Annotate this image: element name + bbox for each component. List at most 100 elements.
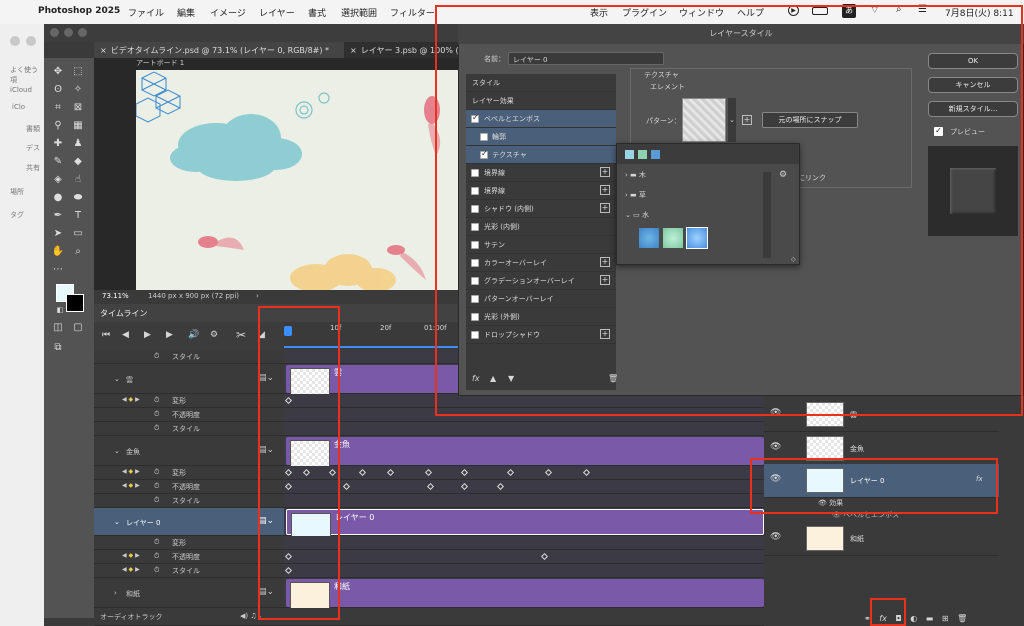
close-icon[interactable]: × — [350, 46, 357, 55]
grid-tool-icon[interactable]: ▦ — [70, 118, 86, 134]
pen-tool-icon[interactable]: ✒ — [50, 208, 66, 224]
stopwatch-icon[interactable]: ⏱ — [154, 410, 159, 419]
timeline-track[interactable]: レイヤー 0 — [284, 508, 764, 540]
keyframe[interactable] — [582, 468, 591, 477]
trash-icon[interactable]: 🗑 — [957, 614, 967, 623]
window-close-button[interactable] — [10, 36, 20, 46]
visibility-eye-icon[interactable]: 👁 — [770, 532, 781, 542]
zoom-level[interactable]: 73.11% — [102, 292, 129, 300]
timeline-prop-row[interactable]: ⏱ スタイル — [94, 494, 284, 508]
artboard-tool-icon[interactable]: ⬚ — [70, 64, 86, 80]
lasso-tool-icon[interactable]: ʘ — [50, 82, 66, 98]
chevron-down-icon[interactable]: ⌄ — [114, 375, 120, 383]
menu-type[interactable]: 書式 — [308, 6, 326, 19]
smudge-tool-icon[interactable]: ☝ — [70, 172, 86, 188]
window-minimize-button[interactable] — [26, 36, 36, 46]
more-tools-icon[interactable]: ⋯ — [50, 262, 66, 278]
crop-tool-icon[interactable]: ⌗ — [50, 100, 66, 116]
status-menu-arrow[interactable]: › — [256, 292, 259, 300]
tab-document-active[interactable]: × ビデオタイムライン.psd @ 73.1% (レイヤー 0, RGB/8#) … — [94, 42, 344, 58]
audio-track-row[interactable]: オーディオトラック ◀) ♫⌄ — [94, 608, 284, 626]
timeline-track[interactable] — [284, 564, 764, 578]
stopwatch-icon[interactable]: ⏱ — [154, 538, 159, 547]
close-icon[interactable]: × — [100, 46, 107, 55]
quick-mask-icon[interactable]: ◫ — [50, 320, 66, 336]
timeline-track[interactable]: 和紙 — [284, 578, 764, 609]
magic-wand-icon[interactable]: ✧ — [70, 82, 86, 98]
healing-brush-icon[interactable]: ✚ — [50, 136, 66, 152]
keyframe[interactable] — [496, 482, 505, 491]
audio-icon[interactable]: 🔊 — [188, 330, 199, 340]
finder-item[interactable]: 書類 — [26, 124, 40, 134]
timeline-prop-row[interactable]: ⏱ 変形 — [94, 536, 284, 550]
eyedropper-icon[interactable]: ⚲ — [50, 118, 66, 134]
timeline-track[interactable] — [284, 422, 764, 436]
ps-close-button[interactable] — [50, 28, 59, 37]
timeline-prop-row[interactable]: ◀ ◆ ▶ ⏱ 不透明度 — [94, 480, 284, 494]
ps-zoom-button[interactable] — [78, 28, 87, 37]
video-clip[interactable]: 金魚 — [286, 437, 764, 467]
stopwatch-icon[interactable]: ⏱ — [154, 552, 159, 561]
audio-track[interactable] — [284, 608, 764, 626]
layer-name[interactable]: 和紙 — [850, 534, 864, 544]
keyframe[interactable] — [386, 468, 395, 477]
eraser-icon[interactable]: ◆ — [70, 154, 86, 170]
layer-row[interactable]: 👁 和紙 — [764, 522, 999, 556]
keyframe-nav-icon[interactable]: ◀ ◆ ▶ — [122, 482, 140, 489]
hand-tool-icon[interactable]: ✋ — [50, 244, 66, 260]
stopwatch-icon[interactable]: ⏱ — [154, 352, 159, 361]
previous-frame-icon[interactable]: ◀ — [122, 330, 129, 340]
keyframe-nav-icon[interactable]: ◀ ◆ ▶ — [122, 566, 140, 573]
timeline-track[interactable]: 金魚 — [284, 436, 764, 467]
folder-icon[interactable]: ▬ — [926, 614, 934, 623]
keyframe[interactable] — [540, 552, 549, 561]
video-clip-selected[interactable]: レイヤー 0 — [286, 509, 764, 540]
background-color-swatch[interactable] — [66, 294, 84, 312]
settings-icon[interactable]: ⚙ — [210, 330, 218, 340]
finder-item[interactable]: iClo — [12, 103, 25, 111]
rectangle-tool-icon[interactable]: ▭ — [70, 226, 86, 242]
timeline-track[interactable] — [284, 536, 764, 550]
timeline-prop-row[interactable]: ⏱ スタイル — [94, 422, 284, 436]
timeline-prop-row[interactable]: ⏱ 不透明度 — [94, 408, 284, 422]
artboard-label[interactable]: アートボード 1 — [136, 58, 184, 68]
video-clip[interactable]: 和紙 — [286, 579, 764, 609]
visibility-eye-icon[interactable]: 👁 — [770, 442, 781, 452]
sponge-tool-icon[interactable]: ⬬ — [70, 190, 86, 206]
keyframe[interactable] — [358, 468, 367, 477]
type-tool-icon[interactable]: T — [70, 208, 86, 224]
share-icon[interactable]: ⧉ — [50, 340, 66, 356]
frame-tool-icon[interactable]: ⊠ — [70, 100, 86, 116]
zoom-tool-icon[interactable]: ⌕ — [70, 244, 86, 260]
menu-select[interactable]: 選択範囲 — [341, 6, 377, 19]
artboard-canvas[interactable] — [136, 70, 462, 290]
move-tool-icon[interactable]: ✥ — [50, 64, 66, 80]
play-icon[interactable]: ▶ — [144, 330, 151, 340]
keyframe-nav-icon[interactable]: ◀ ◆ ▶ — [122, 552, 140, 559]
timeline-layer-row[interactable]: ⌄ 雲 ▤⌄ — [94, 364, 284, 394]
dodge-tool-icon[interactable]: ● — [50, 190, 66, 206]
timeline-track[interactable] — [284, 466, 764, 480]
menu-filter[interactable]: フィルター — [390, 6, 435, 19]
menu-edit[interactable]: 編集 — [177, 6, 195, 19]
new-layer-icon[interactable]: ⊞ — [942, 614, 949, 623]
path-select-icon[interactable]: ➤ — [50, 226, 66, 242]
chevron-right-icon[interactable]: › — [114, 589, 117, 597]
default-colors-icon[interactable]: ◧ — [52, 302, 68, 318]
timeline-prop-row[interactable]: ◀ ◆ ▶ ⏱ 変形 — [94, 466, 284, 480]
timeline-layer-row-selected[interactable]: ⌄ レイヤー 0 ▤⌄ — [94, 508, 284, 536]
keyframe[interactable] — [506, 468, 515, 477]
timeline-track[interactable] — [284, 494, 764, 508]
finder-item[interactable]: 共有 — [26, 163, 40, 173]
keyframe[interactable] — [544, 468, 553, 477]
keyframe[interactable] — [460, 482, 469, 491]
menu-layer[interactable]: レイヤー — [259, 6, 295, 19]
menu-image[interactable]: イメージ — [210, 6, 246, 19]
stopwatch-icon[interactable]: ⏱ — [154, 468, 159, 477]
brush-tool-icon[interactable]: ✎ — [50, 154, 66, 170]
keyframe[interactable] — [460, 468, 469, 477]
timeline-track[interactable] — [284, 550, 764, 564]
chevron-down-icon[interactable]: ⌄ — [114, 447, 120, 455]
finder-item[interactable]: デス — [26, 143, 40, 153]
chevron-down-icon[interactable]: ⌄ — [114, 518, 120, 526]
